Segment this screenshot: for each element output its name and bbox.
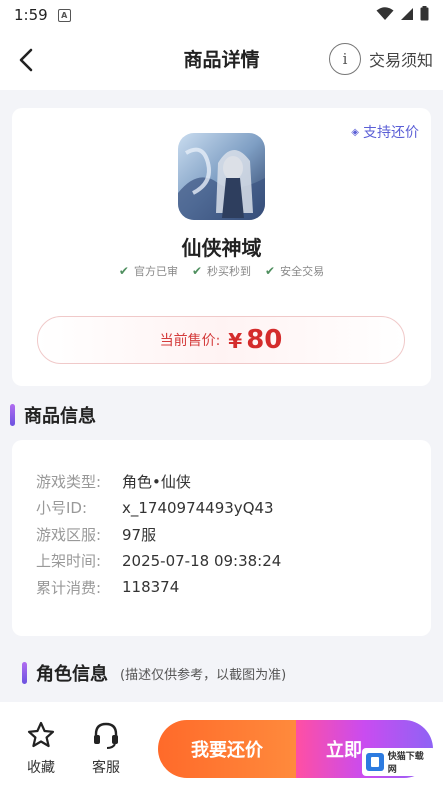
- info-value: 97服: [122, 525, 157, 544]
- price-value: 80: [246, 325, 283, 355]
- info-row-game-type: 游戏类型: 角色•仙侠: [36, 468, 281, 495]
- badge-official: ✔ 官方已审: [119, 263, 178, 279]
- star-icon: [27, 721, 55, 748]
- info-row-listed-time: 上架时间: 2025-07-18 09:38:24: [36, 548, 281, 575]
- watermark: 快猫下载网: [362, 748, 436, 776]
- service-label: 客服: [92, 760, 120, 776]
- info-label: 上架时间:: [36, 552, 102, 571]
- page: 1:59 A 商品详情 i 交易须知 ◈ 支持还价 仙侠神域 ✔ 官方已审 ✔ …: [0, 0, 443, 790]
- info-row-account-id: 小号ID: x_1740974493yQ43: [36, 495, 281, 522]
- section-title: 商品信息: [24, 406, 96, 427]
- wifi-icon: [376, 6, 394, 25]
- customer-service-button[interactable]: 客服: [86, 720, 126, 777]
- info-list: 游戏类型: 角色•仙侠 小号ID: x_1740974493yQ43 游戏区服:…: [36, 468, 281, 601]
- bargain-tag-label: 支持还价: [363, 125, 419, 141]
- top-nav: 商品详情 i 交易须知: [0, 30, 443, 90]
- info-value: 118374: [122, 578, 180, 597]
- info-label: 累计消费:: [36, 578, 102, 597]
- trade-notice-button[interactable]: i 交易须知: [328, 43, 433, 75]
- watermark-text: 快猫下载网: [387, 752, 424, 775]
- product-info-card: 游戏类型: 角色•仙侠 小号ID: x_1740974493yQ43 游戏区服:…: [12, 440, 431, 636]
- status-bar: 1:59 A: [0, 0, 443, 30]
- price-label: 当前售价:: [159, 333, 221, 349]
- trade-notice-label: 交易须知: [368, 51, 433, 70]
- check-icon: ✔: [191, 264, 203, 278]
- game-icon: [178, 133, 265, 220]
- info-icon: i: [328, 43, 361, 75]
- check-icon: ✔: [265, 264, 276, 278]
- game-name: 仙侠神域: [181, 236, 262, 260]
- badge-label: 秒买秒到: [207, 265, 252, 278]
- info-row-total-spend: 累计消费: 118374: [36, 574, 281, 601]
- section-accent-bar: [10, 404, 15, 426]
- battery-icon: [420, 5, 429, 25]
- diamond-icon: ◈: [351, 126, 359, 138]
- price-currency: ¥: [228, 329, 243, 353]
- product-info-header: 商品信息: [10, 402, 96, 428]
- favorite-button[interactable]: 收藏: [21, 720, 61, 777]
- badge-secure: ✔ 安全交易: [265, 263, 324, 279]
- status-time: 1:59: [14, 6, 48, 24]
- info-row-server: 游戏区服: 97服: [36, 521, 281, 548]
- info-value: x_1740974493yQ43: [122, 498, 274, 517]
- watermark-logo-icon: [366, 753, 384, 771]
- info-value: 2025-07-18 09:38:24: [122, 551, 282, 570]
- notification-icon: A: [57, 8, 71, 22]
- back-button[interactable]: [12, 46, 40, 74]
- product-summary-card: ◈ 支持还价 仙侠神域 ✔ 官方已审 ✔ 秒买秒到 ✔ 安全交易 当前售价: ¥…: [12, 108, 431, 386]
- info-label: 小号ID:: [36, 499, 88, 518]
- make-offer-button[interactable]: 我要还价: [158, 720, 296, 778]
- info-label: 游戏类型:: [36, 472, 102, 491]
- check-icon: ✔: [118, 264, 129, 278]
- section-note: (描述仅供参考，以截图为准): [120, 667, 287, 683]
- trust-badges: ✔ 官方已审 ✔ 秒买秒到 ✔ 安全交易: [12, 263, 431, 279]
- role-info-header: 角色信息 (描述仅供参考，以截图为准): [22, 660, 286, 686]
- status-icons: [376, 5, 429, 25]
- section-title: 角色信息: [36, 664, 108, 685]
- headset-icon: [94, 722, 118, 749]
- chevron-left-icon: [19, 48, 33, 72]
- badge-instant: ✔ 秒买秒到: [192, 263, 251, 279]
- badge-label: 官方已审: [133, 265, 178, 278]
- bottom-action-bar: 收藏 客服 我要还价 立即: [0, 702, 443, 790]
- info-label: 游戏区服:: [36, 525, 102, 544]
- price-box: 当前售价: ¥ 80: [37, 316, 405, 364]
- signal-icon: [400, 6, 414, 25]
- bargain-supported-tag: ◈ 支持还价: [351, 122, 419, 142]
- section-accent-bar: [22, 662, 27, 684]
- info-value: 角色•仙侠: [122, 472, 191, 491]
- favorite-label: 收藏: [27, 760, 55, 776]
- badge-label: 安全交易: [280, 265, 325, 278]
